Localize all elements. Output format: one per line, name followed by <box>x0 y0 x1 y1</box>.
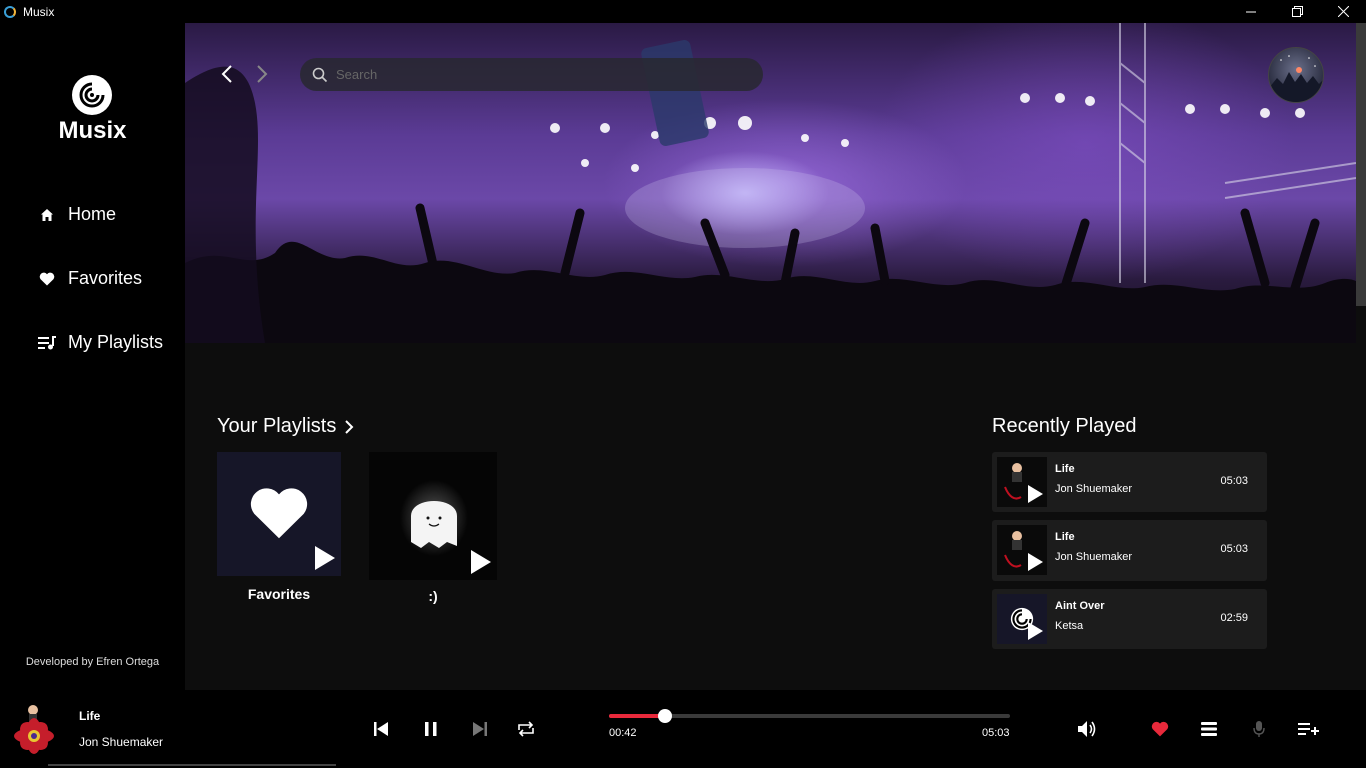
like-button[interactable] <box>1149 718 1171 740</box>
playlist-add-icon <box>1298 723 1319 735</box>
app-title: Musix <box>23 4 55 19</box>
sidebar-item-favorites[interactable]: Favorites <box>38 268 142 289</box>
next-button[interactable] <box>469 718 491 740</box>
progress-fill <box>609 714 665 718</box>
add-to-playlist-button[interactable] <box>1297 718 1319 740</box>
sidebar-item-label: Favorites <box>68 268 143 288</box>
skip-previous-icon <box>374 722 388 736</box>
skip-next-icon <box>473 722 487 736</box>
ghost-icon <box>400 480 468 556</box>
track-artist: Jon Shuemaker <box>1055 551 1133 563</box>
volume-button[interactable] <box>1076 718 1098 740</box>
playlist-icon <box>38 334 56 352</box>
avatar-image <box>1269 55 1323 102</box>
pause-button[interactable] <box>420 718 442 740</box>
track-thumbnail <box>997 594 1047 644</box>
playlists-title: Your Playlists <box>217 415 337 437</box>
search-bar[interactable] <box>300 58 763 91</box>
logo-text: Musix <box>58 117 127 144</box>
recent-item[interactable]: Life Jon Shuemaker 05:03 <box>992 452 1267 512</box>
previous-button[interactable] <box>370 718 392 740</box>
playlist-card-favorites[interactable]: Favorites <box>217 452 341 602</box>
track-artist: Ketsa <box>1055 620 1084 632</box>
maximize-button[interactable] <box>1274 0 1320 23</box>
sidebar-item-my-playlists[interactable]: My Playlists <box>38 332 163 353</box>
queue-button[interactable] <box>1198 718 1220 740</box>
app-icon <box>4 5 16 18</box>
recent-item[interactable]: Life Jon Shuemaker 05:03 <box>992 520 1267 581</box>
search-input[interactable] <box>336 67 736 82</box>
track-duration: 05:03 <box>1220 475 1248 487</box>
close-icon <box>1337 6 1349 17</box>
recently-played-title: Recently Played <box>992 415 1137 437</box>
playlist-name: Favorites <box>247 586 311 602</box>
pause-icon <box>425 722 437 736</box>
track-title: Life <box>1055 463 1075 475</box>
sidebar: Musix Home Favorites My Playlists Develo… <box>0 23 185 690</box>
avatar[interactable] <box>1268 47 1324 103</box>
scrollbar[interactable] <box>1356 23 1366 306</box>
phone-hand-image <box>641 40 709 146</box>
play-icon[interactable] <box>311 544 337 572</box>
musix-logo-icon <box>72 75 112 115</box>
recent-item[interactable]: Aint Over Ketsa 02:59 <box>992 589 1267 649</box>
repeat-button[interactable] <box>515 718 537 740</box>
heart-icon <box>1151 721 1169 737</box>
home-icon <box>38 206 56 224</box>
total-time: 05:03 <box>982 727 1010 739</box>
now-playing-art <box>10 702 58 754</box>
crowd-silhouette-image <box>185 203 1356 343</box>
track-thumbnail <box>997 457 1047 507</box>
track-duration: 05:03 <box>1220 543 1248 555</box>
sidebar-item-label: My Playlists <box>68 332 164 352</box>
sidebar-item-home[interactable]: Home <box>38 204 116 225</box>
queue-icon <box>1201 722 1217 736</box>
restore-icon <box>1291 6 1303 17</box>
close-button[interactable] <box>1320 0 1366 23</box>
track-thumbnail <box>997 525 1047 575</box>
chevron-left-icon <box>221 65 232 83</box>
divider <box>48 764 336 766</box>
now-playing-title: Life <box>79 709 101 723</box>
main-content: Your Playlists Favorites :) Recently Pla… <box>185 23 1366 690</box>
search-icon <box>312 67 328 82</box>
playlist-thumbnail <box>369 452 497 580</box>
progress-knob[interactable] <box>657 709 672 723</box>
chevron-right-icon <box>345 419 354 434</box>
heart-icon <box>250 488 308 539</box>
track-artist: Jon Shuemaker <box>1055 483 1133 495</box>
title-bar: Musix <box>0 0 1366 23</box>
lyrics-button[interactable] <box>1248 718 1270 740</box>
play-icon[interactable] <box>1025 483 1045 505</box>
play-icon[interactable] <box>467 548 493 576</box>
back-button[interactable] <box>220 63 234 91</box>
current-time: 00:42 <box>609 727 637 739</box>
sidebar-item-label: Home <box>68 204 117 224</box>
playlist-card-smiley[interactable]: :) <box>369 452 497 604</box>
forward-button[interactable] <box>255 63 269 91</box>
playlists-header[interactable]: Your Playlists <box>217 415 356 438</box>
minimize-icon <box>1246 11 1256 12</box>
player-bar: Life Jon Shuemaker 00:42 05:03 <box>0 690 1366 768</box>
developer-credit: Developed by Efren Ortega <box>25 656 160 668</box>
minimize-button[interactable] <box>1228 0 1274 23</box>
heart-icon <box>38 270 56 288</box>
track-duration: 02:59 <box>1220 612 1248 624</box>
track-title: Life <box>1055 531 1075 543</box>
play-icon[interactable] <box>1025 551 1045 573</box>
chevron-right-icon <box>257 65 268 83</box>
now-playing-artist: Jon Shuemaker <box>79 735 164 749</box>
play-icon[interactable] <box>1025 620 1045 642</box>
playlist-name: :) <box>428 588 438 604</box>
volume-icon <box>1078 721 1096 737</box>
repeat-icon <box>518 721 534 737</box>
album-art-image <box>14 705 54 754</box>
track-title: Aint Over <box>1055 600 1105 612</box>
playlist-thumbnail <box>217 452 341 576</box>
window-controls <box>1228 0 1366 23</box>
microphone-icon <box>1253 721 1265 737</box>
progress-bar[interactable] <box>609 709 1010 723</box>
